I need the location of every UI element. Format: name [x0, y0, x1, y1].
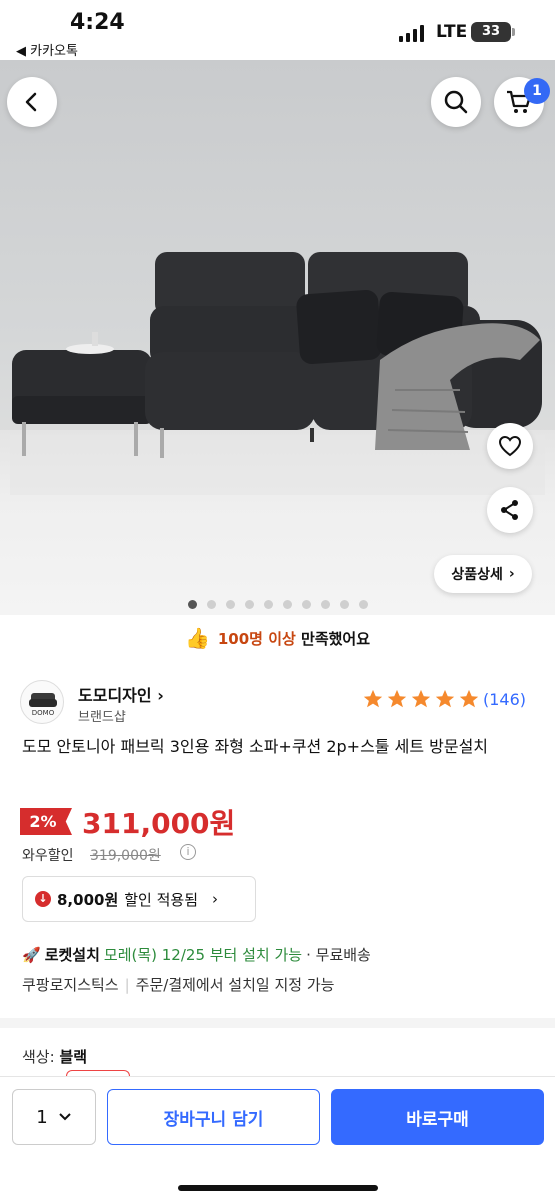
section-divider	[0, 1018, 555, 1028]
rocket-install-label: 로켓설치	[44, 946, 100, 964]
review-count[interactable]: (146)	[483, 690, 526, 709]
carousel-dot[interactable]	[339, 600, 349, 609]
search-button[interactable]	[431, 77, 481, 127]
chevron-right-icon: ›	[508, 566, 515, 582]
color-option: 색상: 블랙	[22, 1046, 87, 1067]
chevron-left-icon	[25, 92, 37, 112]
seller-name-link[interactable]: 도모디자인 ›	[78, 682, 164, 706]
color-option-value: 블랙	[59, 1048, 88, 1066]
quantity-value: 1	[36, 1106, 48, 1128]
carousel-indicator	[0, 600, 555, 609]
wow-discount-label: 와우할인	[22, 848, 74, 864]
install-note: 주문/결제에서 설치일 지정 가능	[135, 976, 335, 994]
rating-stars[interactable]	[362, 688, 480, 710]
star-icon	[363, 689, 383, 708]
satisfaction-banner: 👍 100명 이상 만족했어요	[0, 620, 555, 656]
network-label: LTE	[436, 22, 468, 42]
home-indicator	[178, 1185, 378, 1191]
seller-logo[interactable]: DOMO	[20, 680, 64, 724]
star-icon	[459, 689, 479, 708]
chevron-right-icon: ›	[212, 890, 219, 908]
heart-icon	[498, 435, 522, 457]
quantity-selector[interactable]: 1	[12, 1089, 96, 1145]
delivery-info: 🚀 로켓설치 모레(목) 12/25 부터 설치 가능 · 무료배송	[22, 944, 371, 965]
bottom-action-bar: 1 장바구니 담기 바로구매	[0, 1076, 555, 1200]
seller-name: 도모디자인	[78, 686, 152, 705]
chevron-right-icon: ›	[157, 686, 164, 705]
arrow-down-icon: ↓	[35, 891, 51, 907]
rocket-install-icon: 🚀	[22, 945, 41, 964]
product-detail-label: 상품상세	[451, 567, 503, 583]
star-icon	[387, 689, 407, 708]
search-icon	[444, 90, 468, 114]
coupon-text: 할인 적용됨	[124, 890, 199, 909]
battery-icon: 33	[471, 22, 511, 42]
sofa-logo-icon	[29, 693, 57, 707]
signal-icon	[399, 24, 424, 42]
wishlist-button[interactable]	[487, 423, 533, 469]
satisfaction-text: 만족했어요	[301, 629, 371, 648]
thumbs-up-icon: 👍	[184, 626, 210, 650]
status-time: 4:24	[70, 10, 125, 35]
carousel-dot[interactable]	[320, 600, 330, 609]
cart-count-badge: 1	[524, 78, 550, 104]
back-to-app-link[interactable]: ◀ 카카오톡	[16, 40, 78, 59]
carousel-dot[interactable]	[263, 600, 273, 609]
seller-subtitle: 브랜드샵	[78, 710, 126, 725]
coupon-amount: 8,000원	[57, 890, 119, 909]
status-bar: 4:24 ◀ 카카오톡 LTE 33	[0, 0, 555, 60]
product-title: 도모 안토니아 패브릭 3인용 좌형 소파+쿠션 2p+스툴 세트 방문설치	[22, 737, 489, 756]
carousel-dot[interactable]	[282, 600, 292, 609]
carousel-dot[interactable]	[244, 600, 254, 609]
chevron-down-icon	[59, 1113, 71, 1121]
carousel-dot[interactable]	[206, 600, 216, 609]
logistics-provider: 쿠팡로지스틱스	[22, 976, 119, 994]
share-icon	[501, 500, 518, 520]
share-button[interactable]	[487, 487, 533, 533]
product-image[interactable]	[0, 60, 555, 615]
original-price: 319,000원	[90, 848, 161, 864]
carousel-dot[interactable]	[225, 600, 235, 609]
battery-tip	[512, 28, 515, 36]
logistics-info: 쿠팡로지스틱스 | 주문/결제에서 설치일 지정 가능	[22, 976, 335, 994]
discount-badge: 2%	[20, 808, 72, 835]
product-detail-button[interactable]: 상품상세 ›	[434, 555, 532, 593]
star-icon	[435, 689, 455, 708]
carousel-dot[interactable]	[301, 600, 311, 609]
color-option-label: 색상:	[22, 1048, 55, 1066]
install-date: 모레(목) 12/25 부터 설치 가능	[103, 946, 303, 964]
star-icon	[411, 689, 431, 708]
seller-logo-text: DOMO	[31, 709, 55, 717]
info-icon[interactable]: i	[180, 844, 196, 860]
carousel-dot[interactable]	[187, 600, 197, 609]
sofa-illustration	[10, 252, 545, 495]
satisfaction-count: 100명 이상	[217, 629, 296, 648]
sale-price: 311,000원	[82, 807, 236, 840]
shipping-info: · 무료배송	[306, 946, 371, 964]
add-to-cart-button[interactable]: 장바구니 담기	[107, 1089, 320, 1145]
carousel-dot[interactable]	[358, 600, 368, 609]
buy-now-button[interactable]: 바로구매	[331, 1089, 544, 1145]
coupon-button[interactable]: ↓ 8,000원 할인 적용됨 ›	[22, 876, 256, 922]
back-button[interactable]	[7, 77, 57, 127]
